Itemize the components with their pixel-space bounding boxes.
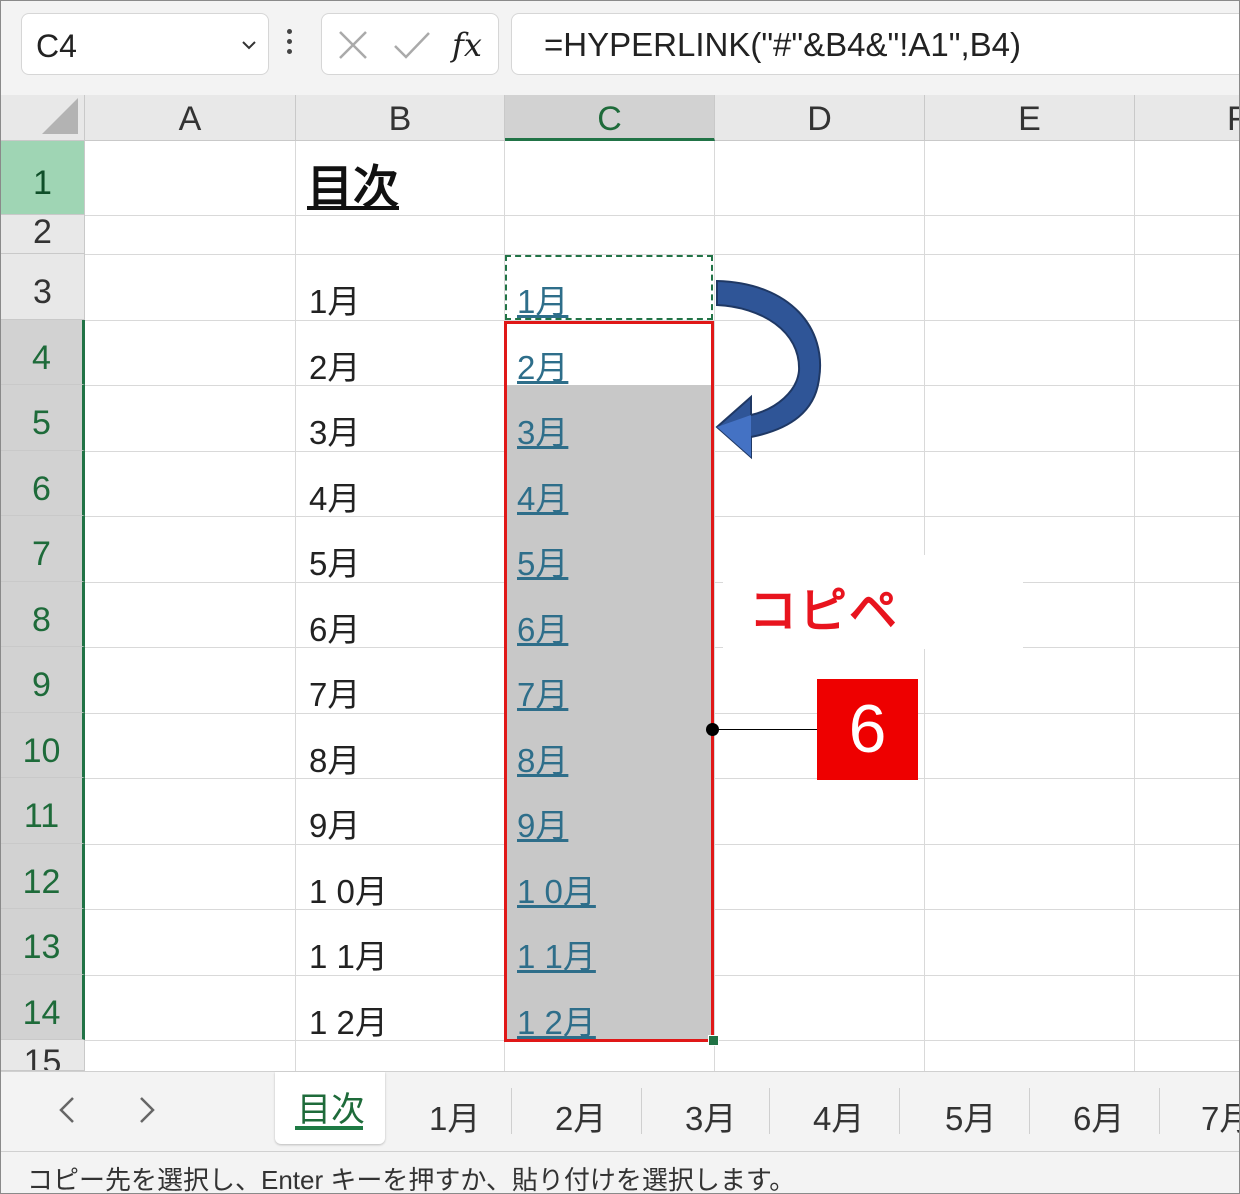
- cell-b4[interactable]: 2月: [309, 341, 360, 389]
- more-options-icon[interactable]: [287, 29, 293, 59]
- sheet-tab-bar: 目次 1月 2月 3月 4月 5月 6月 7月: [1, 1071, 1239, 1152]
- worksheet-grid[interactable]: A B C D E F 1 2 3 4 5 6 7 8 9: [1, 95, 1239, 1071]
- chevron-left-icon[interactable]: [55, 1094, 79, 1126]
- highlight-box: [504, 321, 714, 1042]
- cell-b10[interactable]: 8月: [309, 734, 360, 782]
- fx-label: fx: [450, 26, 482, 64]
- status-bar: コピー先を選択し、Enter キーを押すか、貼り付けを選択します。: [1, 1151, 1239, 1194]
- formula-bar: C4 fx =HYPERLINK("#"&B4&"!A1",B4): [1, 1, 1239, 95]
- row-header-4[interactable]: 4: [1, 320, 85, 385]
- name-box[interactable]: C4: [21, 13, 269, 75]
- row-header-10[interactable]: 10: [1, 713, 85, 778]
- copy-marquee: [505, 255, 713, 320]
- sheet-tab-jul[interactable]: 7月: [1201, 1092, 1239, 1140]
- chevron-right-icon[interactable]: [135, 1094, 159, 1126]
- cell-b5[interactable]: 3月: [309, 406, 360, 454]
- name-box-value: C4: [36, 28, 77, 64]
- formula-controls: fx: [321, 13, 499, 75]
- column-header-c[interactable]: C: [505, 95, 715, 141]
- formula-text: =HYPERLINK("#"&B4&"!A1",B4): [544, 26, 1021, 63]
- row-header-7[interactable]: 7: [1, 516, 85, 582]
- cell-b3[interactable]: 1月: [309, 275, 360, 323]
- sheet-tab-may[interactable]: 5月: [945, 1092, 996, 1140]
- column-header-f[interactable]: F: [1135, 95, 1239, 141]
- row-header-15[interactable]: 15: [1, 1040, 85, 1071]
- column-header-e[interactable]: E: [925, 95, 1135, 141]
- cell-b11[interactable]: 9月: [309, 799, 360, 847]
- sheet-tab-feb[interactable]: 2月: [555, 1092, 606, 1140]
- cell-b6[interactable]: 4月: [309, 472, 360, 520]
- sheet-tab-toc-label: 目次: [297, 1091, 365, 1129]
- row-header-5[interactable]: 5: [1, 385, 85, 451]
- sheet-tab-apr[interactable]: 4月: [813, 1092, 864, 1140]
- cell-b12[interactable]: 1 0月: [309, 865, 388, 913]
- callout-dot: [706, 723, 719, 736]
- column-header-a[interactable]: A: [85, 95, 296, 141]
- row-header-1[interactable]: 1: [1, 141, 85, 215]
- cell-b13[interactable]: 1 1月: [309, 930, 388, 978]
- row-header-3[interactable]: 3: [1, 254, 85, 320]
- cell-b14[interactable]: 1 2月: [309, 996, 388, 1044]
- row-header-14[interactable]: 14: [1, 975, 85, 1040]
- spreadsheet-window: C4 fx =HYPERLINK("#"&B4&"!A1",B4) A B C …: [0, 0, 1240, 1194]
- row-header-2[interactable]: 2: [1, 215, 85, 254]
- status-message: コピー先を選択し、Enter キーを押すか、貼り付けを選択します。: [27, 1165, 796, 1194]
- select-all-button[interactable]: [1, 95, 85, 141]
- curved-arrow-icon: [715, 279, 822, 460]
- fill-handle[interactable]: [708, 1035, 719, 1046]
- step-number-badge: 6: [817, 679, 918, 780]
- row-header-9[interactable]: 9: [1, 647, 85, 713]
- checkmark-icon[interactable]: [392, 28, 432, 62]
- cell-b7[interactable]: 5月: [309, 537, 360, 585]
- cell-b9[interactable]: 7月: [309, 668, 360, 716]
- chevron-down-icon[interactable]: [242, 38, 256, 52]
- sheet-title: 目次: [307, 160, 399, 214]
- sheet-tab-mar[interactable]: 3月: [685, 1092, 736, 1140]
- formula-input[interactable]: =HYPERLINK("#"&B4&"!A1",B4): [511, 13, 1239, 75]
- callout-leader-line: [713, 729, 817, 730]
- active-tab-indicator: [295, 1126, 363, 1130]
- row-header-12[interactable]: 12: [1, 844, 85, 909]
- row-header-6[interactable]: 6: [1, 451, 85, 516]
- function-icon[interactable]: fx: [450, 24, 492, 66]
- row-header-8[interactable]: 8: [1, 582, 85, 647]
- sheet-tab-toc[interactable]: 目次: [275, 1072, 385, 1144]
- row-header-13[interactable]: 13: [1, 909, 85, 975]
- column-header-b[interactable]: B: [296, 95, 505, 141]
- close-icon[interactable]: [336, 28, 370, 62]
- sheet-tab-jun[interactable]: 6月: [1073, 1092, 1124, 1140]
- cell-b8[interactable]: 6月: [309, 603, 360, 651]
- sheet-tab-jan[interactable]: 1月: [429, 1092, 480, 1140]
- copy-paste-label: コピペ: [749, 583, 900, 639]
- column-header-d[interactable]: D: [715, 95, 925, 141]
- row-header-11[interactable]: 11: [1, 778, 85, 844]
